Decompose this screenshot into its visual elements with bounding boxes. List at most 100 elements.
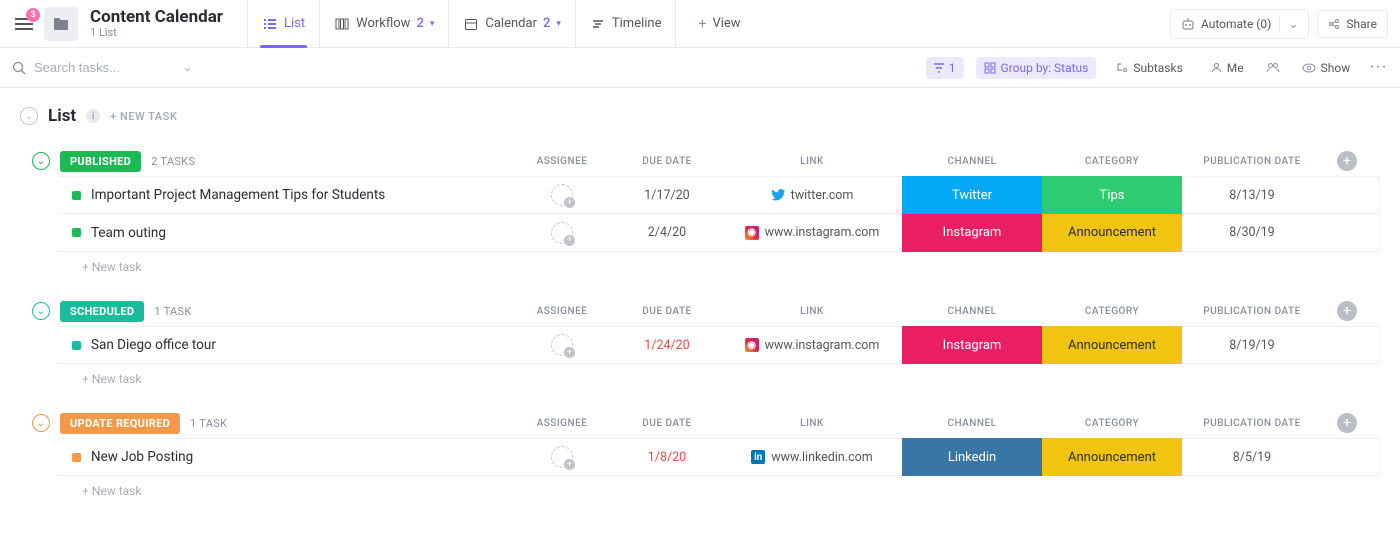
calendar-icon <box>463 16 479 32</box>
tab-calendar[interactable]: Calendar2▾ <box>449 0 576 48</box>
status-square-icon <box>72 341 81 350</box>
assignee-add-icon[interactable] <box>551 446 573 468</box>
instagram-icon: ◉ <box>745 226 759 240</box>
status-square-icon <box>72 191 81 200</box>
link-cell[interactable]: twitter.com <box>722 188 902 203</box>
assignee-add-icon[interactable] <box>551 334 573 356</box>
tab-label: Timeline <box>612 16 662 31</box>
task-row[interactable]: New Job Posting1/8/20inwww.linkedin.comL… <box>58 438 1380 476</box>
chevron-down-icon: ⌄ <box>1288 17 1298 31</box>
tab-timeline[interactable]: Timeline <box>576 0 677 48</box>
chevron-down-icon[interactable]: ⌄ <box>182 60 193 75</box>
category-tag[interactable]: Announcement <box>1042 438 1182 476</box>
publication-date[interactable]: 8/5/19 <box>1182 450 1322 465</box>
subtasks-button[interactable]: Subtasks <box>1108 57 1190 79</box>
column-header-category: CATEGORY <box>1042 306 1182 317</box>
column-header-category: CATEGORY <box>1042 418 1182 429</box>
column-header-due: DUE DATE <box>612 418 722 429</box>
status-square-icon <box>72 228 81 237</box>
status-chip[interactable]: PUBLISHED <box>60 151 141 172</box>
more-menu[interactable]: ··· <box>1370 60 1388 75</box>
channel-tag[interactable]: Instagram <box>902 214 1042 252</box>
new-task-button[interactable]: + NEW TASK <box>110 110 177 123</box>
instagram-icon: ◉ <box>745 338 759 352</box>
linkedin-icon: in <box>751 450 765 464</box>
add-view-button[interactable]: + View <box>684 0 754 48</box>
twitter-icon <box>771 188 785 202</box>
new-task-button[interactable]: + New task <box>32 364 1380 386</box>
collapse-group-icon[interactable]: ⌄ <box>32 152 50 170</box>
new-task-button[interactable]: + New task <box>32 252 1380 274</box>
add-column-button[interactable]: + <box>1337 413 1357 433</box>
chevron-down-icon: ▾ <box>556 19 561 29</box>
task-count: 2 TASKS <box>151 155 195 168</box>
search-icon <box>12 61 26 75</box>
task-count: 1 TASK <box>154 305 191 318</box>
due-date[interactable]: 1/24/20 <box>612 338 722 353</box>
menu-toggle[interactable]: 3 <box>12 12 36 36</box>
tab-workflow[interactable]: Workflow2▾ <box>320 0 449 48</box>
channel-tag[interactable]: Instagram <box>902 326 1042 364</box>
due-date[interactable]: 1/8/20 <box>612 450 722 465</box>
column-header-due: DUE DATE <box>612 156 722 167</box>
share-button[interactable]: Share <box>1317 10 1388 38</box>
share-icon <box>1328 18 1340 30</box>
task-name: Important Project Management Tips for St… <box>91 187 385 203</box>
tab-label: List <box>284 16 305 31</box>
column-header-assignee: ASSIGNEE <box>512 156 612 167</box>
link-cell[interactable]: inwww.linkedin.com <box>722 450 902 465</box>
me-button[interactable]: Me <box>1203 57 1252 79</box>
assignee-add-icon[interactable] <box>551 222 573 244</box>
add-column-button[interactable]: + <box>1337 301 1357 321</box>
task-row[interactable]: San Diego office tour 1/24/20◉www.instagr… <box>58 326 1380 364</box>
publication-date[interactable]: 8/19/19 <box>1182 338 1322 353</box>
collapse-list-icon[interactable]: ⌄ <box>20 107 38 125</box>
tab-count: 2 <box>543 16 550 31</box>
timeline-icon <box>590 16 606 32</box>
column-header-link: LINK <box>722 306 902 317</box>
link-cell[interactable]: ◉www.instagram.com <box>722 225 902 240</box>
folder-icon <box>44 7 78 41</box>
collapse-group-icon[interactable]: ⌄ <box>32 414 50 432</box>
column-header-assignee: ASSIGNEE <box>512 306 612 317</box>
filter-button[interactable]: 1 <box>926 57 964 79</box>
automate-button[interactable]: Automate (0) ⌄ <box>1170 9 1309 39</box>
column-header-pubdate: PUBLICATION DATE <box>1182 418 1322 429</box>
assignees-button[interactable] <box>1264 58 1282 77</box>
due-date[interactable]: 1/17/20 <box>612 188 722 203</box>
publication-date[interactable]: 8/13/19 <box>1182 188 1322 203</box>
collapse-group-icon[interactable]: ⌄ <box>32 302 50 320</box>
channel-tag[interactable]: Linkedin <box>902 438 1042 476</box>
tab-list[interactable]: List <box>247 0 320 48</box>
publication-date[interactable]: 8/30/19 <box>1182 225 1322 240</box>
status-chip[interactable]: SCHEDULED <box>60 301 144 322</box>
search-input[interactable] <box>34 60 174 75</box>
chevron-down-icon: ▾ <box>430 19 435 29</box>
link-cell[interactable]: ◉www.instagram.com <box>722 338 902 353</box>
column-header-due: DUE DATE <box>612 306 722 317</box>
status-chip[interactable]: UPDATE REQUIRED <box>60 413 180 434</box>
new-task-button[interactable]: + New task <box>32 476 1380 498</box>
task-name: San Diego office tour <box>91 337 216 353</box>
column-header-link: LINK <box>722 156 902 167</box>
task-name: Team outing <box>91 225 166 241</box>
column-header-pubdate: PUBLICATION DATE <box>1182 156 1322 167</box>
column-header-channel: CHANNEL <box>902 156 1042 167</box>
group-by-button[interactable]: Group by: Status <box>976 57 1097 79</box>
task-count: 1 TASK <box>190 417 227 430</box>
task-row[interactable]: Team outing 2/4/20◉www.instagram.comInsta… <box>58 214 1380 252</box>
info-icon[interactable]: i <box>86 109 100 123</box>
workflow-icon <box>334 16 350 32</box>
show-button[interactable]: Show <box>1294 57 1359 79</box>
assignee-add-icon[interactable] <box>551 184 573 206</box>
due-date[interactable]: 2/4/20 <box>612 225 722 240</box>
add-column-button[interactable]: + <box>1337 151 1357 171</box>
category-tag[interactable]: Announcement <box>1042 326 1182 364</box>
list-title: List <box>48 106 76 126</box>
status-square-icon <box>72 453 81 462</box>
channel-tag[interactable]: Twitter <box>902 176 1042 214</box>
task-row[interactable]: Important Project Management Tips for St… <box>58 176 1380 214</box>
category-tag[interactable]: Announcement <box>1042 214 1182 252</box>
column-header-assignee: ASSIGNEE <box>512 418 612 429</box>
category-tag[interactable]: Tips <box>1042 176 1182 214</box>
